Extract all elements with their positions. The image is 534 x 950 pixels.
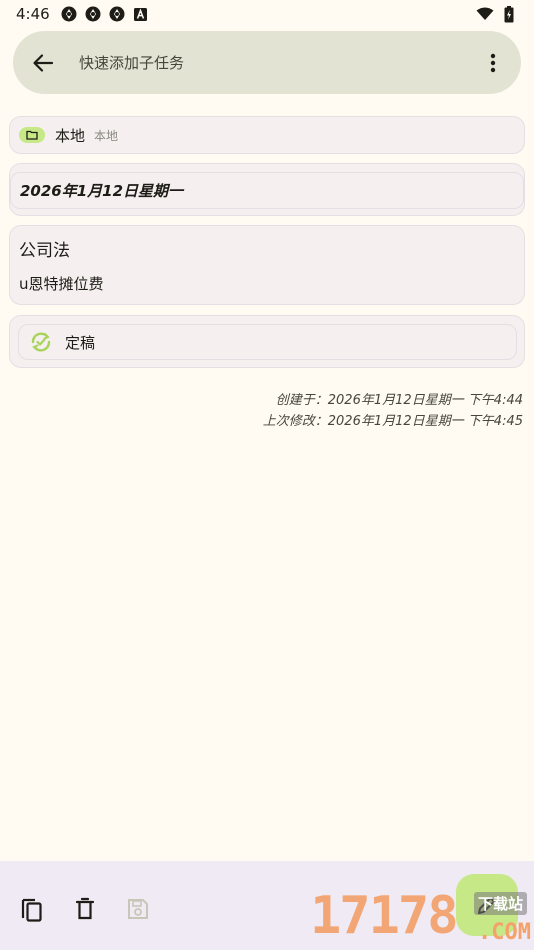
watermark-number: 17178 <box>310 886 459 946</box>
more-vert-icon <box>490 53 496 72</box>
list-name: 本地 <box>55 126 86 145</box>
font-a-icon <box>132 5 150 23</box>
status-card: 定稿 <box>9 315 525 368</box>
more-options-button[interactable] <box>481 49 505 77</box>
sync-check-icon <box>31 332 51 352</box>
app-notification-icon <box>60 5 78 23</box>
battery-icon <box>500 5 518 23</box>
copy-icon <box>21 898 42 922</box>
folder-chip <box>19 127 45 143</box>
created-timestamp: 创建于：2026年1月12日星期一 下午4:44 <box>275 393 523 408</box>
watermark-domain: .COM <box>478 920 531 945</box>
list-selector-card[interactable]: 本地 本地 <box>9 116 525 154</box>
save-icon <box>128 899 148 919</box>
date-field[interactable]: 2026年1月12日星期一 <box>10 172 524 209</box>
top-app-bar: 快速添加子任务 <box>13 31 521 94</box>
date-card: 2026年1月12日星期一 <box>9 163 525 216</box>
note-body-field[interactable]: u恩特摊位费 <box>19 273 515 294</box>
status-chip[interactable]: 定稿 <box>18 324 517 360</box>
copy-button[interactable] <box>17 894 47 924</box>
arrow-back-icon <box>33 53 54 72</box>
delete-icon <box>75 897 95 920</box>
status-time: 4:46 <box>16 5 50 23</box>
back-button[interactable] <box>29 49 57 77</box>
status-label: 定稿 <box>65 333 96 352</box>
modified-timestamp: 上次修改：2026年1月12日星期一 下午4:45 <box>262 414 523 429</box>
note-card: 公司法 u恩特摊位费 <box>9 225 525 305</box>
folder-icon <box>26 130 38 140</box>
app-notification-icon <box>108 5 126 23</box>
app-notification-icon <box>84 5 102 23</box>
wifi-icon <box>476 5 494 23</box>
status-system-icons <box>476 5 518 23</box>
status-bar: 4:46 <box>0 0 534 28</box>
watermark-download-text: 下载站 <box>474 892 528 915</box>
quick-add-subtask-input[interactable]: 快速添加子任务 <box>79 52 184 73</box>
status-notification-icons <box>60 5 150 23</box>
watermark-logo: 17178 下载站 .COM <box>310 886 534 950</box>
note-title-field[interactable]: 公司法 <box>19 236 515 261</box>
delete-button[interactable] <box>70 894 100 924</box>
save-button[interactable] <box>123 894 153 924</box>
date-text: 2026年1月12日星期一 <box>20 182 184 200</box>
list-account: 本地 <box>94 128 119 143</box>
